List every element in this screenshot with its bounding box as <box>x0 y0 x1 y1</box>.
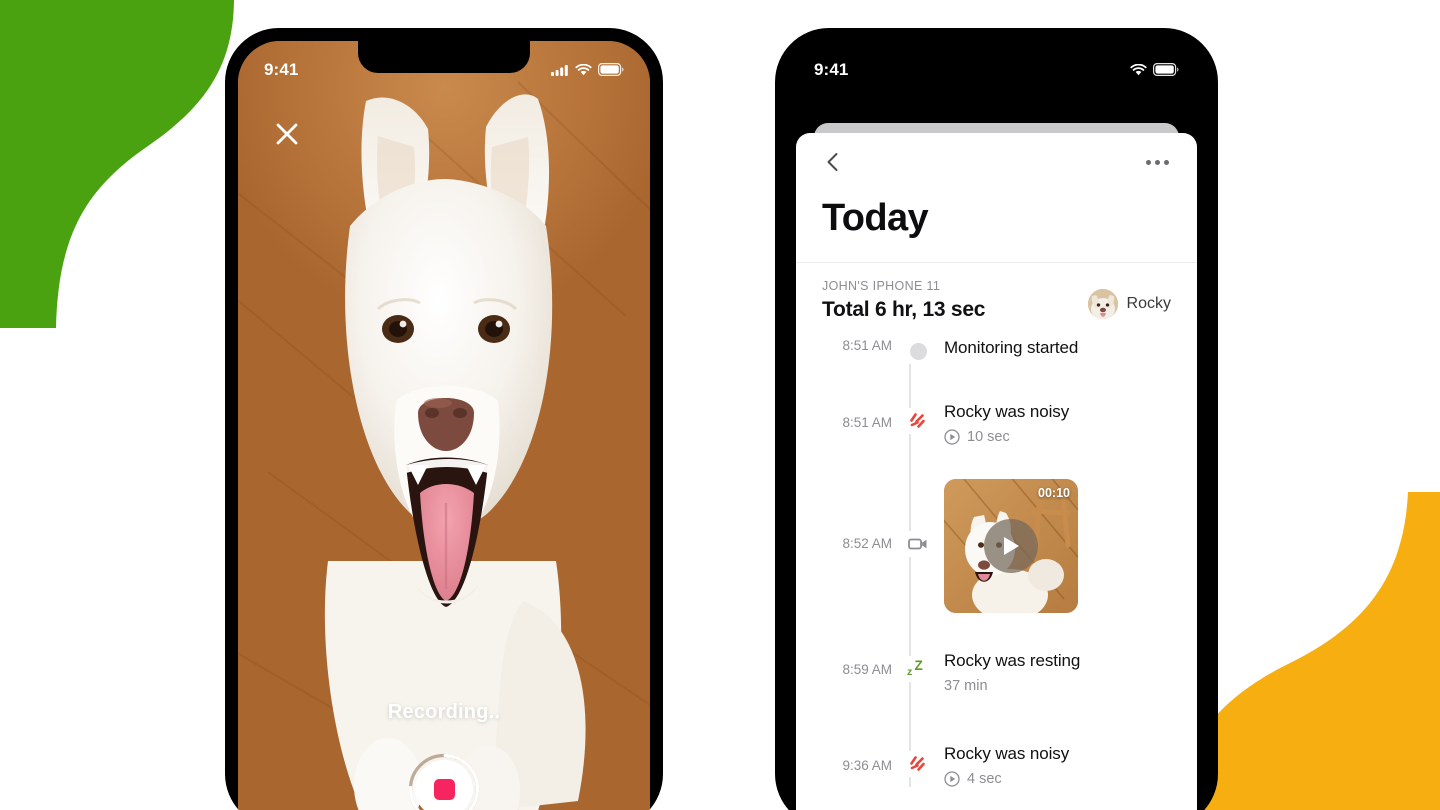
event-icon-slot <box>892 408 944 434</box>
screenshot-stage: 9:41 Recording.. 9:41 Today JOHN'S IPHON… <box>0 0 1440 810</box>
event-icon-slot <box>892 338 944 364</box>
video-camera-glyph <box>908 538 927 550</box>
event-time: 8:51 AM <box>842 415 892 430</box>
event-time: 8:59 AM <box>842 662 892 677</box>
bark-lines-icon <box>905 408 931 434</box>
phone-right-frame: 9:41 Today JOHN'S IPHONE 11 Total 6 hr, … <box>775 28 1218 810</box>
cellular-icon <box>551 64 568 76</box>
phone-left-frame: 9:41 Recording.. <box>225 28 663 810</box>
phone-notch <box>358 41 530 73</box>
event-title: Rocky was resting <box>944 651 1081 670</box>
pet-name: Rocky <box>1126 295 1171 312</box>
stop-square-icon <box>433 778 455 800</box>
stop-recording-button[interactable] <box>408 753 480 810</box>
chevron-left-icon[interactable] <box>822 151 844 173</box>
event-duration: 4 sec <box>967 771 1002 787</box>
event-time: 8:52 AM <box>842 536 892 551</box>
event-body: Rocky was noisy 4 sec <box>944 744 1197 787</box>
event-subtitle[interactable]: 4 sec <box>944 771 1179 787</box>
play-button[interactable] <box>984 519 1038 573</box>
recording-status-label: Recording.. <box>387 701 501 723</box>
page-title: Today <box>822 197 929 239</box>
activity-timeline: 8:51 AM Monitoring started 8:51 AM Rocky… <box>796 338 1197 787</box>
bark-lines-glyph <box>910 756 925 771</box>
video-camera-icon <box>905 531 931 557</box>
dog-avatar-image <box>1087 289 1118 319</box>
bark-lines-glyph <box>910 413 925 428</box>
battery-icon <box>598 63 624 76</box>
svg-text:z: z <box>907 666 912 678</box>
battery-icon <box>1153 63 1179 76</box>
event-subtitle: 37 min <box>944 678 1179 694</box>
video-thumbnail[interactable]: 00:10 <box>944 479 1078 613</box>
event-body: Rocky was noisy 10 sec <box>944 402 1197 445</box>
navigation-bar <box>796 133 1197 191</box>
summary-text-group: JOHN'S IPHONE 11 Total 6 hr, 13 sec <box>822 279 985 322</box>
event-body: 00:10 <box>944 479 1197 613</box>
bark-lines-icon <box>905 751 931 777</box>
status-icon-group <box>1130 54 1179 76</box>
device-label: JOHN'S IPHONE 11 <box>822 279 941 293</box>
event-title: Monitoring started <box>944 338 1079 357</box>
event-icon-slot <box>892 531 944 557</box>
timeline-row[interactable]: 8:52 AM 00:10 <box>796 479 1197 613</box>
event-title: Rocky was noisy <box>944 402 1070 421</box>
event-duration: 10 sec <box>967 429 1010 445</box>
event-time: 8:51 AM <box>842 338 892 353</box>
timeline-row[interactable]: 8:51 AM Rocky was noisy 10 sec <box>796 402 1197 445</box>
play-icon <box>1004 537 1019 555</box>
timeline-spacer <box>796 613 1197 651</box>
status-icon-group <box>551 54 624 76</box>
event-subtitle[interactable]: 10 sec <box>944 429 1179 445</box>
play-circle-icon <box>944 429 960 445</box>
event-duration: 37 min <box>944 678 988 694</box>
summary-section: JOHN'S IPHONE 11 Total 6 hr, 13 sec Rock… <box>796 263 1197 338</box>
wifi-icon <box>1130 63 1147 75</box>
more-horizontal-icon[interactable] <box>1144 152 1171 173</box>
pet-selector-chip[interactable]: Rocky <box>1087 289 1171 322</box>
event-body: Rocky was resting 37 min <box>944 651 1197 694</box>
event-title: Rocky was noisy <box>944 744 1070 763</box>
timeline-row[interactable]: 9:36 AM Rocky was noisy 4 sec <box>796 744 1197 787</box>
play-circle-icon <box>944 771 960 787</box>
close-icon[interactable] <box>272 119 302 149</box>
wifi-icon <box>575 63 592 75</box>
status-time: 9:41 <box>814 59 849 79</box>
dog-photo <box>324 94 586 810</box>
event-icon-slot <box>892 751 944 777</box>
timeline-spacer <box>796 694 1197 744</box>
record-button-inner <box>415 760 473 810</box>
camera-screen: 9:41 Recording.. <box>238 41 650 810</box>
event-icon-slot: z Z <box>892 656 944 682</box>
status-time: 9:41 <box>264 59 299 79</box>
timeline-spacer <box>796 445 1197 479</box>
event-time: 9:36 AM <box>842 758 892 773</box>
sleep-zz-icon: z Z <box>905 656 931 682</box>
total-duration: Total 6 hr, 13 sec <box>822 298 986 321</box>
svg-text:Z: Z <box>915 658 923 673</box>
video-duration-badge: 00:10 <box>1038 486 1070 500</box>
status-bar-right: 9:41 <box>788 41 1205 89</box>
sleep-zz-glyph: z Z <box>907 658 923 678</box>
dot-shape <box>909 342 927 360</box>
event-body: Monitoring started <box>944 338 1197 358</box>
timeline-screen: 9:41 Today JOHN'S IPHONE 11 Total 6 hr, … <box>788 41 1205 810</box>
timeline-row[interactable]: 8:59 AM z Z Rocky was resting 37 min <box>796 651 1197 694</box>
foreground-sheet-card: Today JOHN'S IPHONE 11 Total 6 hr, 13 se… <box>796 133 1197 810</box>
gray-dot-icon <box>905 338 931 364</box>
dog-avatar <box>1087 289 1118 319</box>
timeline-row[interactable]: 8:51 AM Monitoring started <box>796 338 1197 364</box>
